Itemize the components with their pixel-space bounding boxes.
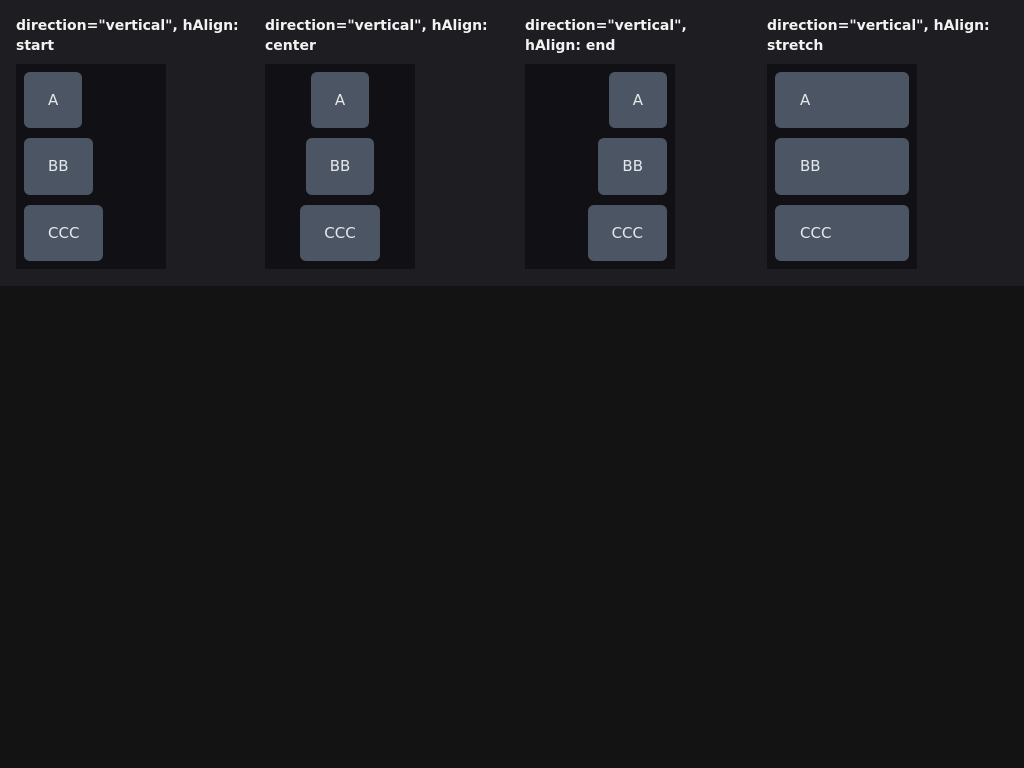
demo-title-line2: hAlign: end: [525, 38, 616, 54]
stack-container: A BB CCC: [265, 64, 415, 269]
stack-container: A BB CCC: [16, 64, 166, 269]
demo-title-line1: direction="vertical",: [525, 18, 687, 34]
stack-item-a: A: [608, 72, 667, 129]
stack-item-ccc: CCC: [775, 204, 909, 261]
stack-container: A BB CCC: [525, 64, 675, 269]
demo-hAlign-end: direction="vertical", hAlign: end A BB C…: [525, 16, 687, 269]
demo-title: direction="vertical", hAlign: center: [265, 16, 488, 56]
stack-item-ccc: CCC: [587, 204, 667, 261]
demo-title: direction="vertical", hAlign: start: [16, 16, 239, 56]
demo-title-line1: direction="vertical", hAlign:: [767, 18, 990, 34]
stack-item-bb: BB: [305, 138, 375, 195]
stack-item-bb: BB: [775, 138, 909, 195]
stack-container: A BB CCC: [767, 64, 917, 269]
demo-title-line2: center: [265, 38, 316, 54]
demo-title-line2: start: [16, 38, 55, 54]
stack-item-ccc: CCC: [300, 204, 380, 261]
stack-item-a: A: [310, 72, 370, 129]
stack-item-ccc: CCC: [24, 204, 104, 261]
stack-item-a: A: [775, 72, 909, 129]
stack-item-a: A: [24, 72, 83, 129]
demo-hAlign-stretch: direction="vertical", hAlign: stretch A …: [767, 16, 990, 269]
demo-title: direction="vertical", hAlign: stretch: [767, 16, 990, 56]
demo-strip: direction="vertical", hAlign: start A BB…: [0, 0, 1024, 286]
demo-hAlign-center: direction="vertical", hAlign: center A B…: [265, 16, 488, 269]
demo-hAlign-start: direction="vertical", hAlign: start A BB…: [16, 16, 239, 269]
demo-title-line1: direction="vertical", hAlign:: [16, 18, 239, 34]
stack-item-bb: BB: [24, 138, 93, 195]
stack-item-bb: BB: [598, 138, 667, 195]
demo-title: direction="vertical", hAlign: end: [525, 16, 687, 56]
demo-title-line1: direction="vertical", hAlign:: [265, 18, 488, 34]
demo-title-line2: stretch: [767, 38, 824, 54]
